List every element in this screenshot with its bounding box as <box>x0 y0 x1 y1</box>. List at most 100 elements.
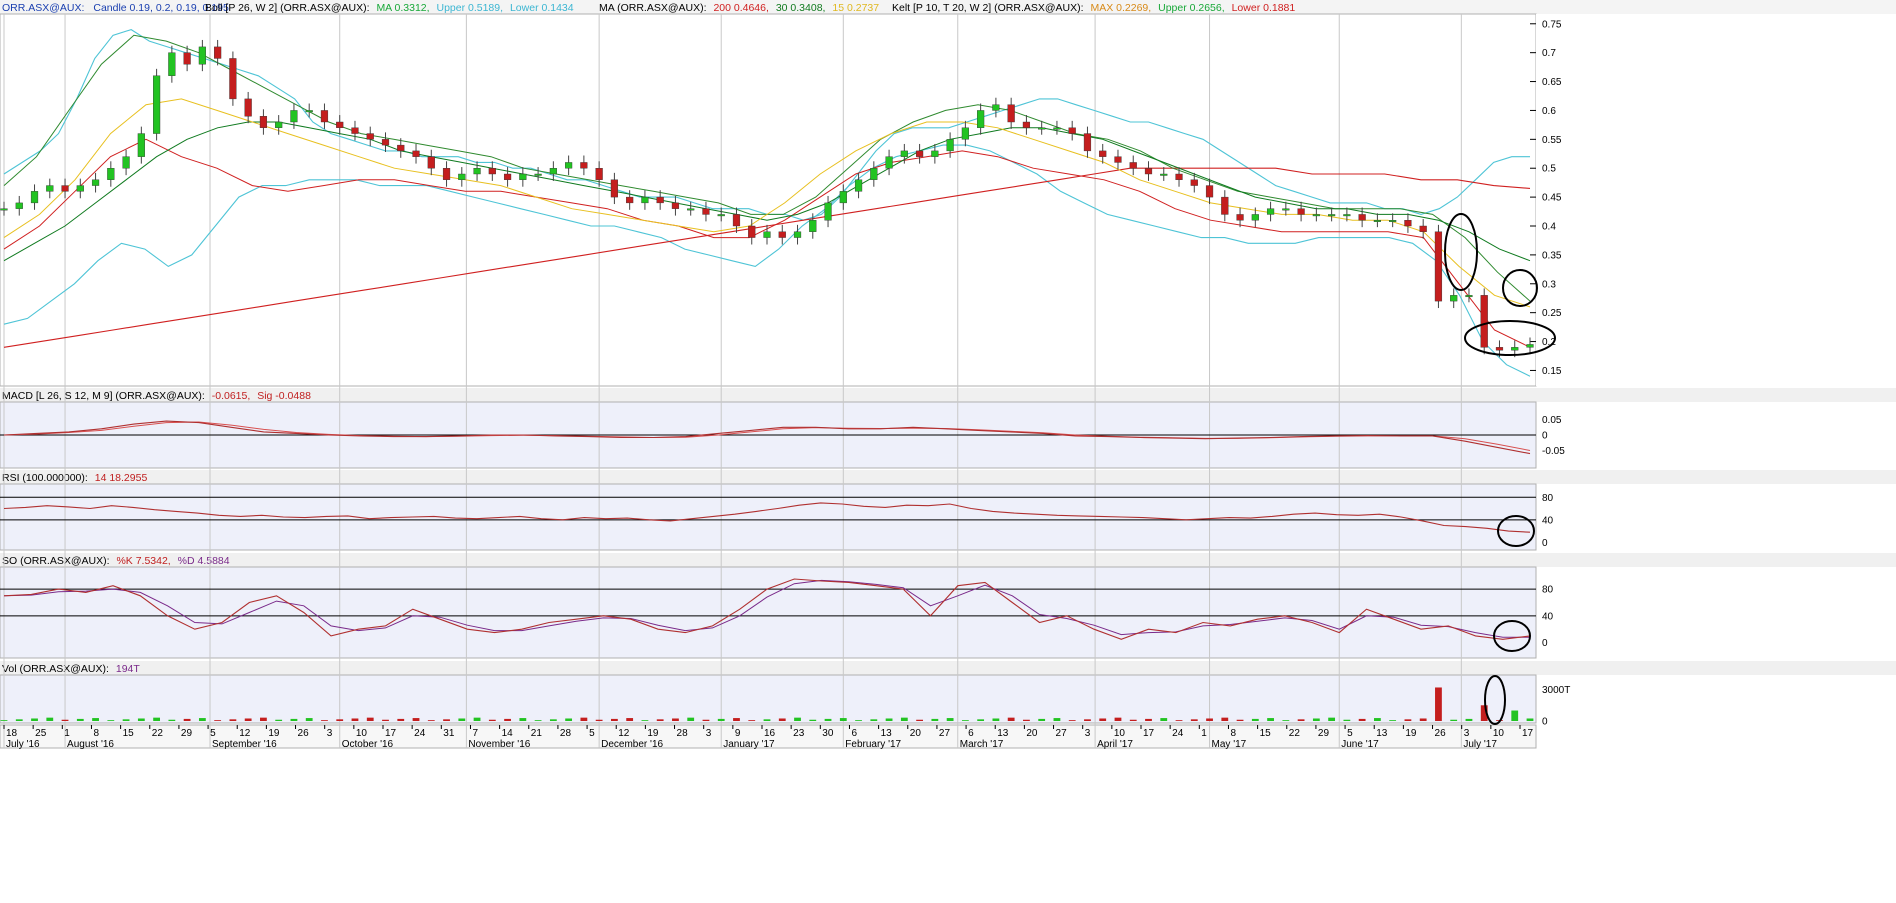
price-ytick-label: 0.45 <box>1542 193 1562 204</box>
price-ytick-label: 0.55 <box>1542 135 1562 146</box>
volume-bar <box>1435 687 1442 721</box>
vol-panel[interactable] <box>0 674 1537 724</box>
candle-body <box>381 139 390 146</box>
volume-bar <box>1267 718 1274 721</box>
x-day-label: 9 <box>735 728 741 739</box>
candle-body <box>1221 196 1229 215</box>
candle-body <box>1389 220 1397 222</box>
candle-body <box>0 208 8 211</box>
candle-body <box>1312 214 1320 217</box>
candle-body <box>229 58 237 100</box>
volume-bar <box>1343 719 1351 721</box>
volume-bar <box>565 718 573 721</box>
x-month-label: April '17 <box>1097 739 1133 750</box>
candle-body <box>748 225 756 238</box>
volume-bar <box>168 719 176 721</box>
volume-bar <box>549 719 557 721</box>
volume-bar <box>1023 719 1030 721</box>
volume-bar <box>855 720 862 721</box>
candle-body <box>1297 208 1305 215</box>
candle-body <box>1282 208 1290 211</box>
volume-bar <box>885 718 893 721</box>
volume-bar <box>656 719 664 721</box>
x-day-label: 24 <box>414 728 426 739</box>
ma-200: 200 0.4646, <box>713 2 768 14</box>
volume-bar <box>977 719 985 721</box>
price-ytick-label: 0.65 <box>1542 77 1562 88</box>
x-day-label: 19 <box>1405 728 1417 739</box>
candle-body <box>259 116 268 128</box>
x-day-label: 17 <box>385 728 397 739</box>
candle-body <box>793 231 802 238</box>
candle-body <box>824 202 832 221</box>
volume-bar <box>900 717 908 721</box>
x-day-label: 26 <box>298 728 310 739</box>
macd-label: MACD [L 26, S 12, M 9] (ORR.ASX@AUX): <box>2 390 205 402</box>
so-ytick-label: 40 <box>1542 611 1554 622</box>
rsi-label: RSI (100.000000): <box>2 472 88 484</box>
volume-bar <box>916 719 923 721</box>
symbol-label: ORR.ASX@AUX: <box>2 2 84 14</box>
candle-body <box>1343 214 1351 217</box>
rsi-ytick-label: 80 <box>1542 493 1554 504</box>
x-month-label: August '16 <box>67 739 114 750</box>
candle-body <box>1053 127 1061 130</box>
volume-bar <box>366 717 374 721</box>
candle-body <box>397 144 405 152</box>
volume-bar <box>611 718 618 721</box>
candle-body <box>961 127 969 140</box>
candle-body <box>15 202 23 209</box>
candle-body <box>290 110 298 123</box>
candle-body <box>1083 133 1092 152</box>
volume-bar <box>992 718 1000 721</box>
volume-bar <box>1160 718 1168 721</box>
candle-body <box>305 110 313 113</box>
volume-bar <box>488 719 496 721</box>
candle-body <box>275 121 283 128</box>
rsi-ytick-label: 0 <box>1542 538 1548 549</box>
candle-body <box>565 162 573 169</box>
so-panel[interactable] <box>0 566 1537 659</box>
volume-bar <box>153 717 160 721</box>
candle-body <box>839 191 847 204</box>
candle-body <box>76 185 84 192</box>
volume-bar <box>1114 717 1122 721</box>
volume-bar <box>1328 717 1336 721</box>
volume-bar <box>15 719 23 721</box>
volume-bar <box>260 717 267 721</box>
candle-body <box>153 75 161 134</box>
candle-body <box>1495 347 1504 351</box>
x-day-label: 3 <box>706 728 712 739</box>
so-d: %D 4.5884 <box>178 555 230 567</box>
x-day-label: 18 <box>6 728 18 739</box>
candle-body <box>351 127 359 134</box>
volume-bar <box>244 718 252 721</box>
volume-bar <box>870 719 878 721</box>
volume-bar <box>1145 718 1152 721</box>
volume-bar <box>1190 719 1198 721</box>
volume-bar <box>702 719 710 721</box>
x-month-label: September '16 <box>212 739 277 750</box>
kelt-label: Kelt [P 10, T 20, W 2] (ORR.ASX@AUX): <box>892 2 1084 14</box>
candle-body <box>214 46 222 59</box>
candle-body <box>1404 220 1412 227</box>
volume-bar <box>458 718 466 721</box>
candle-body <box>885 156 893 169</box>
volume-bar <box>1053 718 1061 721</box>
svg-text:Kelt [P 10, T 20, W 2] (ORR.AS: Kelt [P 10, T 20, W 2] (ORR.ASX@AUX): MA… <box>892 2 1295 14</box>
volume-bar <box>214 720 222 721</box>
volume-bar <box>687 717 695 721</box>
volume-bar <box>595 719 603 721</box>
volume-bar <box>580 717 588 721</box>
candle-body <box>458 173 466 180</box>
volume-bar <box>641 720 649 721</box>
rsi-panel[interactable] <box>0 483 1537 551</box>
volume-bar <box>473 717 481 721</box>
x-day-label: 3 <box>327 728 333 739</box>
svg-text:Boll [P 26, W 2] (ORR.ASX@AUX): Boll [P 26, W 2] (ORR.ASX@AUX): MA 0.331… <box>205 2 574 14</box>
volume-bar <box>0 720 8 721</box>
rsi-value: 14 18.2955 <box>95 472 148 484</box>
volume-bar <box>1175 720 1183 721</box>
volume-bar <box>534 720 542 721</box>
candle-body <box>1007 104 1015 123</box>
